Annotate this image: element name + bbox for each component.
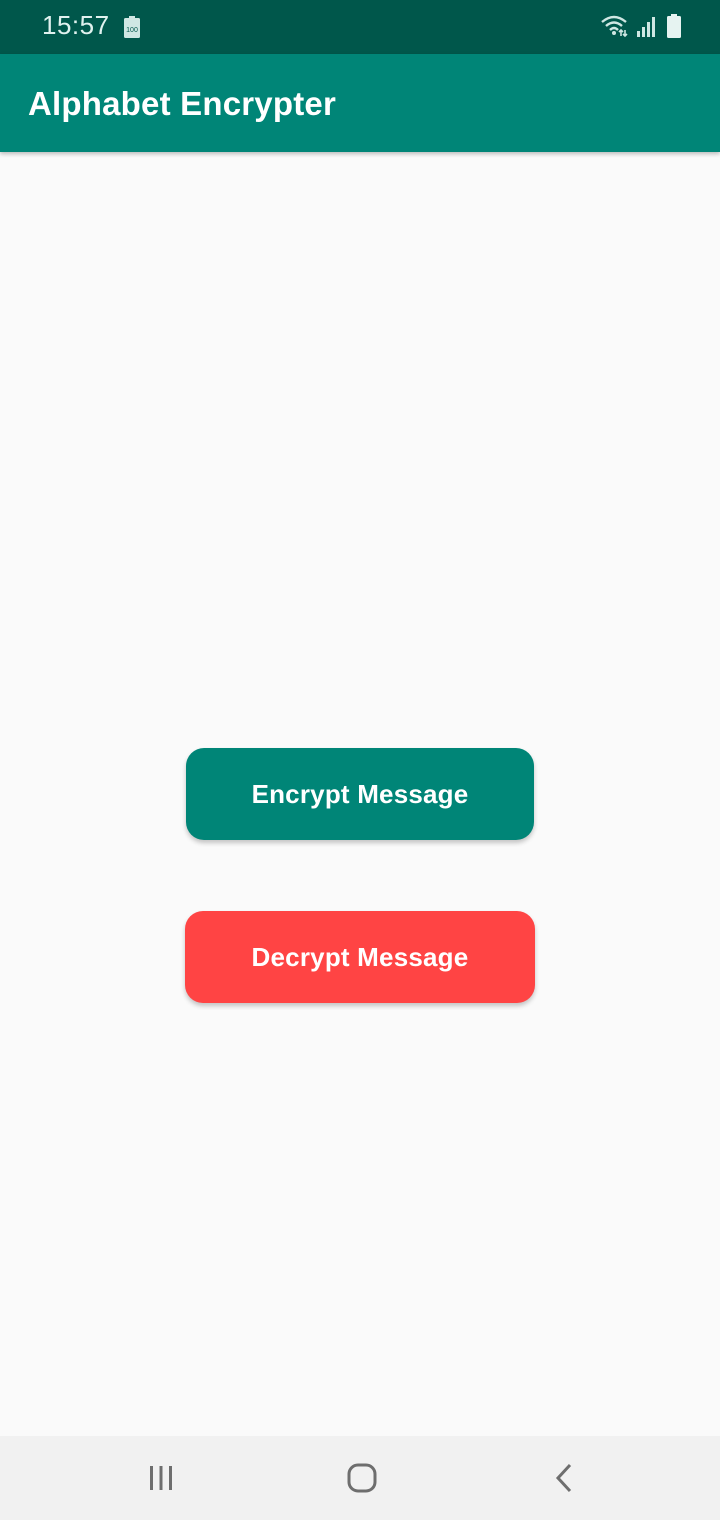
wifi-icon [600,14,628,43]
screen: 15:57 100 Alphabet Encrypter Encrypt Mes… [0,0,720,1520]
status-time: 15:57 [42,10,110,40]
encrypt-message-button[interactable]: Encrypt Message [186,748,534,840]
home-icon[interactable] [340,1456,384,1500]
recent-apps-icon[interactable] [139,1456,183,1500]
signal-icon [636,15,658,42]
page-title: Alphabet Encrypter [28,85,336,122]
status-icons [600,14,682,43]
decrypt-message-button[interactable]: Decrypt Message [185,911,535,1003]
back-icon[interactable] [542,1456,586,1500]
navigation-bar [0,1436,720,1520]
battery-full-icon [666,14,682,43]
app-bar: Alphabet Encrypter [0,54,720,152]
encrypt-message-label: Encrypt Message [251,778,469,809]
battery-icon: 100 [124,16,140,38]
status-bar: 15:57 100 [0,0,720,54]
svg-text:100: 100 [126,27,138,34]
decrypt-message-label: Decrypt Message [251,941,469,972]
